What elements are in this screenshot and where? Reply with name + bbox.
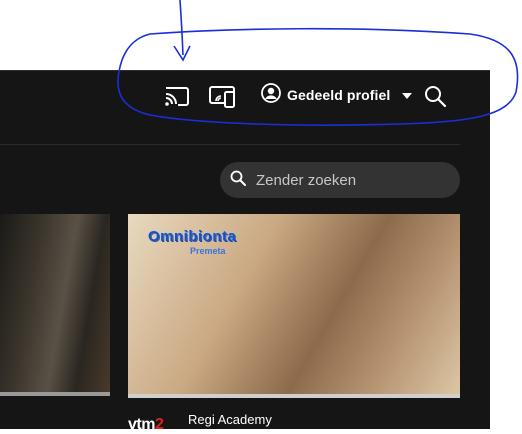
search-icon	[230, 170, 246, 191]
progress-bar	[128, 394, 460, 398]
progress-bar	[0, 392, 110, 396]
channel-card-thumbnail[interactable]: Omnibionta Premeta	[128, 214, 460, 398]
thumbnail-subtitle-overlay: Premeta	[190, 246, 226, 256]
show-name: Regi Academy	[188, 412, 272, 427]
cast-icon[interactable]	[164, 85, 190, 107]
profile-label: Gedeeld profiel	[287, 87, 391, 103]
remote-icon[interactable]	[208, 84, 238, 108]
profile-menu-button[interactable]: Gedeeld profiel	[261, 82, 413, 108]
thumbnail-title-overlay: Omnibionta	[148, 228, 237, 245]
chevron-down-icon	[402, 93, 413, 99]
search-icon[interactable]	[423, 84, 447, 108]
channel-logo: vtm2	[128, 416, 164, 433]
channel-card-thumbnail[interactable]	[0, 214, 110, 396]
avatar-icon	[261, 82, 281, 108]
channel-search-input[interactable]	[254, 170, 448, 190]
channel-search-box[interactable]	[220, 162, 460, 198]
window-top-border	[0, 70, 490, 71]
header-divider	[0, 144, 460, 145]
